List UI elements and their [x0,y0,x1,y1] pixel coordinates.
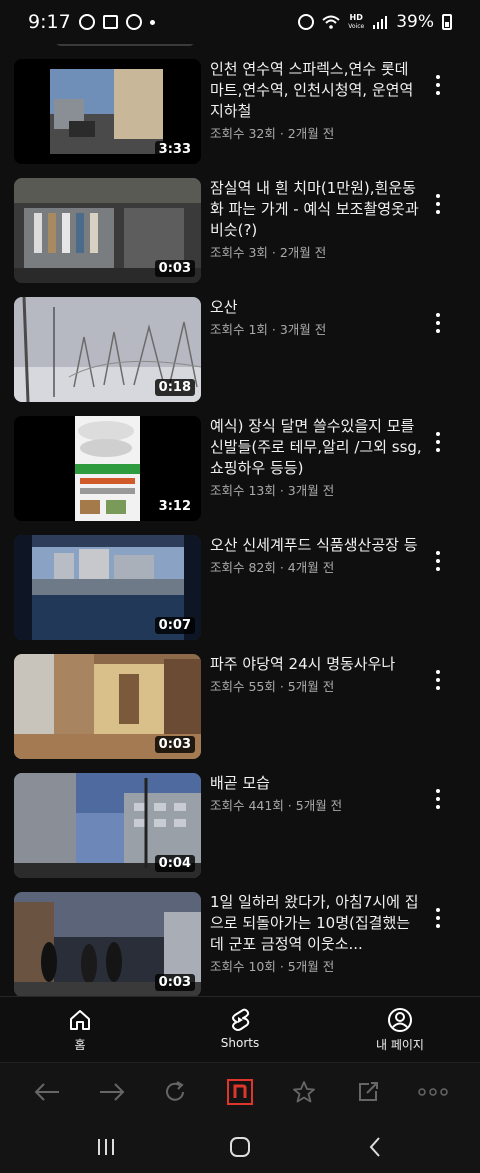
notification-icon [78,14,95,30]
back-arrow-icon[interactable] [32,1077,62,1107]
refresh-icon[interactable] [160,1077,190,1107]
video-thumbnail[interactable]: 0:03 [14,654,201,759]
more-options-icon[interactable] [428,787,448,811]
hd-voice-indicator: HD Voice [348,12,365,30]
recent-apps-icon[interactable] [91,1132,121,1162]
video-duration: 3:12 [154,498,195,515]
video-item[interactable]: 0:04 배곧 모습 조회수 441회 · 5개월 전 [0,773,480,879]
video-item[interactable]: 0:07 오산 신세계푸드 식품생산공장 등 조회수 82회 · 4개월 전 [0,535,480,641]
video-meta: 조회수 13회 · 3개월 전 [210,483,335,498]
video-item[interactable]: 3:12 예식) 장식 달면 쓸수있을지 모를 신발들(주로 테무,알리 /그외… [0,416,480,522]
video-title[interactable]: 1일 일하러 왔다가, 아침7시에 집으로 되돌아가는 10명(집결했는데 군포… [210,892,422,955]
video-thumbnail[interactable]: 0:03 [14,178,201,283]
previous-video-thumbnail-edge [55,44,195,46]
home-button-icon[interactable] [225,1132,255,1162]
more-options-icon[interactable] [428,311,448,335]
share-icon[interactable] [353,1077,383,1107]
wifi-icon [322,15,340,29]
video-title[interactable]: 오산 [210,297,422,318]
alarm-icon [298,14,315,30]
forward-arrow-icon[interactable] [97,1077,127,1107]
video-title[interactable]: 오산 신세계푸드 식품생산공장 등 [210,535,422,556]
video-item[interactable]: 3:33 인천 연수역 스파렉스,연수 롯데마트,연수역, 인천시청역, 운연역… [0,59,480,165]
bottom-navigation: 홈 Shorts 내 페이지 [0,996,480,1063]
video-meta: 조회수 82회 · 4개월 전 [210,560,335,575]
video-thumbnail[interactable]: 0:07 [14,535,201,640]
nav-home[interactable]: 홈 [20,1007,140,1053]
more-options-icon[interactable] [428,906,448,930]
system-back-icon[interactable] [360,1132,390,1162]
video-duration: 0:03 [154,974,195,991]
video-duration: 3:33 [154,141,195,158]
video-title[interactable]: 잠실역 내 흰 치마(1만원),흰운동화 파는 가게 - 예식 보조촬영옷과 비… [210,178,422,241]
video-meta: 조회수 1회 · 3개월 전 [210,322,327,337]
video-thumbnail[interactable]: 3:12 [14,416,201,521]
naver-n-icon[interactable] [225,1077,255,1107]
video-title[interactable]: 인천 연수역 스파렉스,연수 롯데마트,연수역, 인천시청역, 운연역 지하철 [210,59,422,122]
star-icon[interactable] [289,1077,319,1107]
browser-toolbar [0,1062,480,1121]
nav-home-label: 홈 [74,1038,86,1052]
gallery-notification-icon [102,15,118,29]
video-meta: 조회수 441회 · 5개월 전 [210,798,343,813]
more-options-icon[interactable] [428,73,448,97]
more-options-icon[interactable] [428,430,448,454]
video-thumbnail[interactable]: 0:04 [14,773,201,878]
battery-percent: 39% [396,12,434,32]
video-title[interactable]: 배곧 모습 [210,773,422,794]
system-navigation-bar [0,1120,480,1173]
more-dots-icon[interactable] [418,1077,448,1107]
video-item[interactable]: 0:03 잠실역 내 흰 치마(1만원),흰운동화 파는 가게 - 예식 보조촬… [0,178,480,284]
video-duration: 0:07 [154,617,195,634]
more-options-icon[interactable] [428,192,448,216]
clock: 9:17 [28,11,71,33]
video-meta: 조회수 3회 · 2개월 전 [210,245,327,260]
video-thumbnail[interactable]: 3:33 [14,59,201,164]
shorts-icon [232,1008,250,1031]
more-notifications-dot [149,19,155,25]
signal-icon [373,16,388,29]
battery-icon [442,14,452,30]
home-icon [70,1010,90,1030]
video-thumbnail[interactable]: 0:18 [14,297,201,402]
video-item[interactable]: 0:03 1일 일하러 왔다가, 아침7시에 집으로 되돌아가는 10명(집결했… [0,892,480,996]
video-title[interactable]: 파주 야당역 24시 명동사우나 [210,654,422,675]
video-duration: 0:03 [154,736,195,753]
video-meta: 조회수 32회 · 2개월 전 [210,126,335,141]
notification-icon-2 [125,14,142,30]
video-meta: 조회수 55회 · 5개월 전 [210,679,335,694]
nav-my-page[interactable]: 내 페이지 [340,1007,460,1053]
video-thumbnail[interactable]: 0:03 [14,892,201,996]
video-title[interactable]: 예식) 장식 달면 쓸수있을지 모를 신발들(주로 테무,알리 /그외 ssg,… [210,416,422,479]
nav-shorts[interactable]: Shorts [180,1007,300,1050]
profile-icon [388,1008,412,1032]
more-options-icon[interactable] [428,549,448,573]
video-duration: 0:18 [154,379,195,396]
video-meta: 조회수 10회 · 5개월 전 [210,959,335,974]
video-duration: 0:03 [154,260,195,277]
nav-shorts-label: Shorts [220,1036,260,1050]
nav-my-page-label: 내 페이지 [376,1038,424,1052]
status-bar: 9:17 HD Voice 39% [0,0,480,44]
more-options-icon[interactable] [428,668,448,692]
video-item[interactable]: 0:03 파주 야당역 24시 명동사우나 조회수 55회 · 5개월 전 [0,654,480,760]
video-item[interactable]: 0:18 오산 조회수 1회 · 3개월 전 [0,297,480,403]
video-feed[interactable]: 3:33 인천 연수역 스파렉스,연수 롯데마트,연수역, 인천시청역, 운연역… [0,44,480,996]
video-duration: 0:04 [154,855,195,872]
